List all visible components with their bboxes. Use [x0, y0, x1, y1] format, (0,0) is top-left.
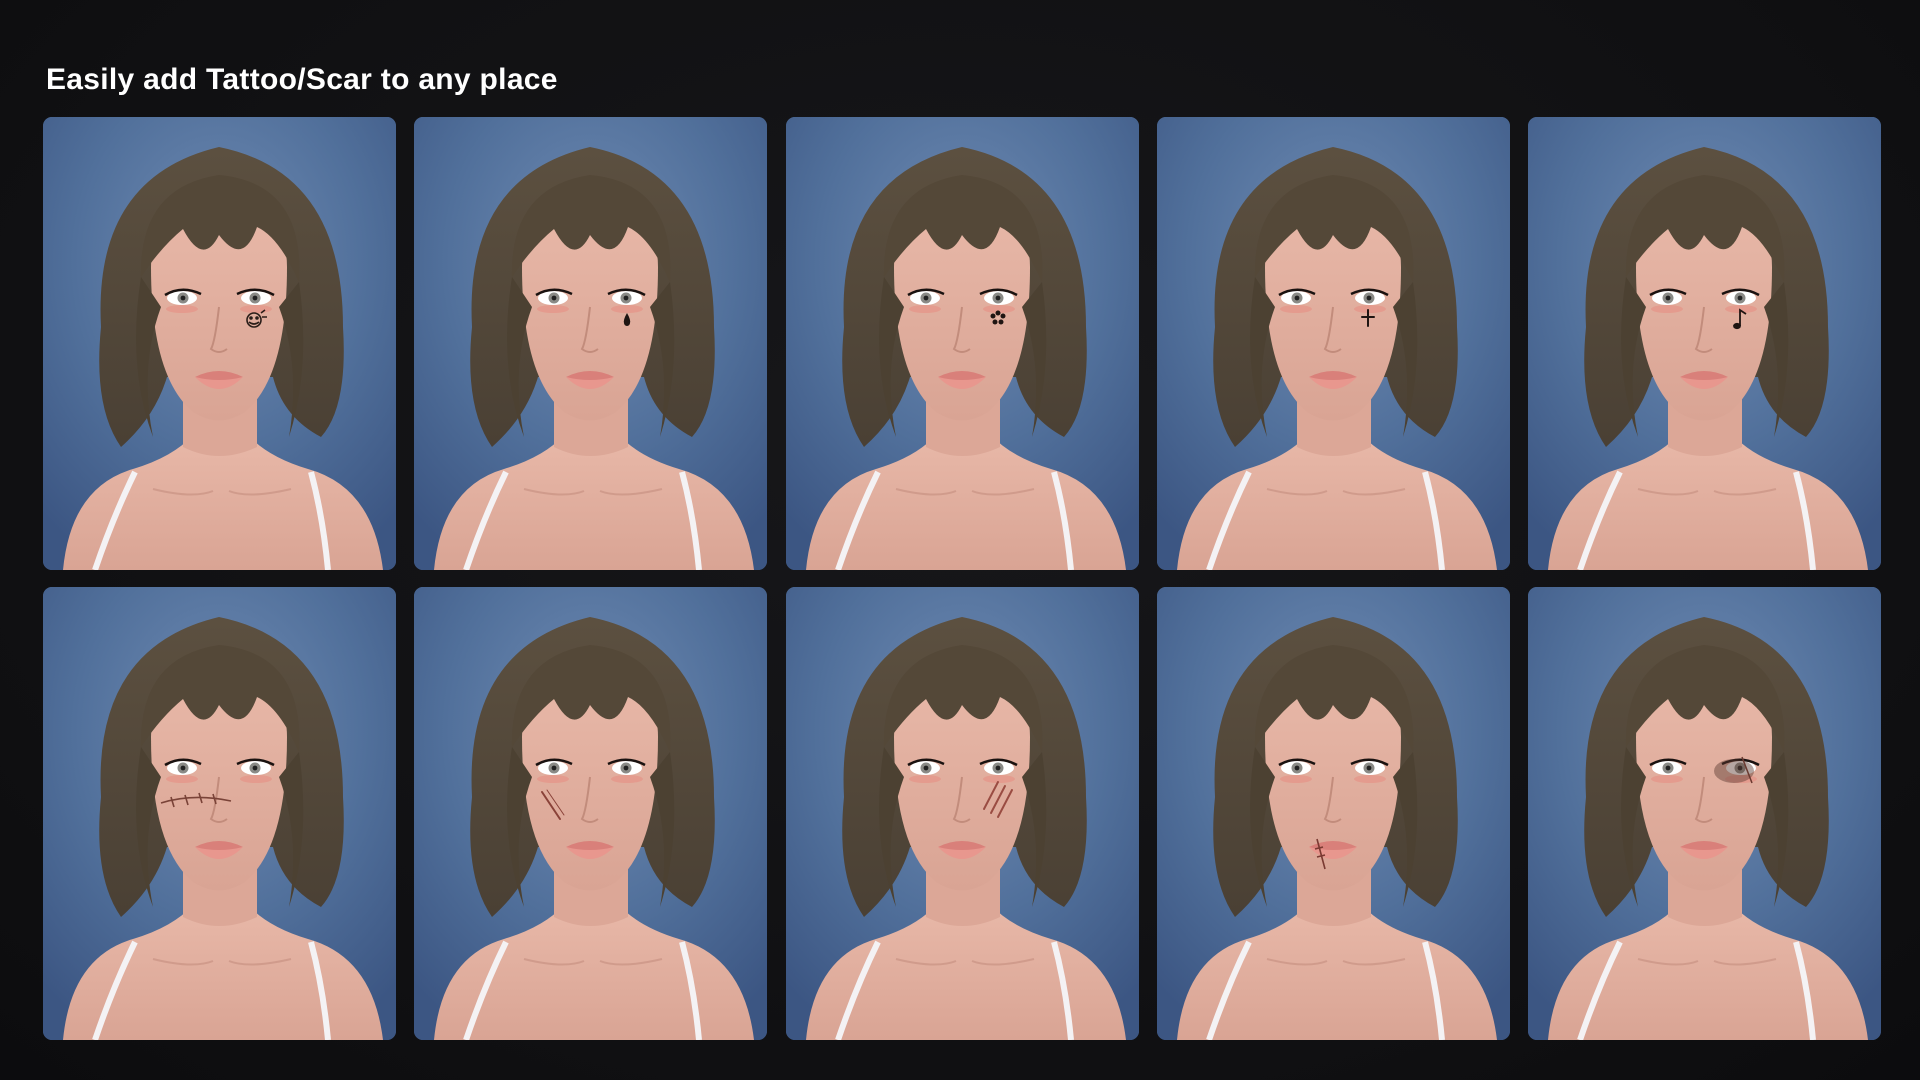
- portrait-illustration: [785, 587, 1139, 1040]
- portrait-card[interactable]: [785, 587, 1139, 1040]
- portrait-card[interactable]: [414, 117, 768, 570]
- portrait-card[interactable]: [1156, 117, 1510, 570]
- portrait-illustration: [43, 117, 396, 570]
- portrait-card[interactable]: [1156, 587, 1510, 1040]
- portrait-card[interactable]: [43, 117, 396, 570]
- portrait-illustration: [414, 587, 768, 1040]
- portrait-illustration: [1156, 117, 1510, 570]
- page-title: Easily add Tattoo/Scar to any place: [46, 63, 558, 96]
- portrait-card[interactable]: [1528, 587, 1881, 1040]
- portrait-card[interactable]: [414, 587, 768, 1040]
- portrait-illustration: [1528, 587, 1881, 1040]
- portrait-illustration: [414, 117, 768, 570]
- portrait-card[interactable]: [1528, 117, 1881, 570]
- portrait-illustration: [43, 587, 396, 1040]
- portrait-illustration: [1528, 117, 1881, 570]
- portrait-illustration: [785, 117, 1139, 570]
- portrait-card[interactable]: [785, 117, 1139, 570]
- page: Easily add Tattoo/Scar to any place: [0, 0, 1920, 1080]
- portrait-illustration: [1156, 587, 1510, 1040]
- portrait-card[interactable]: [43, 587, 396, 1040]
- portrait-gallery: [43, 117, 1881, 1040]
